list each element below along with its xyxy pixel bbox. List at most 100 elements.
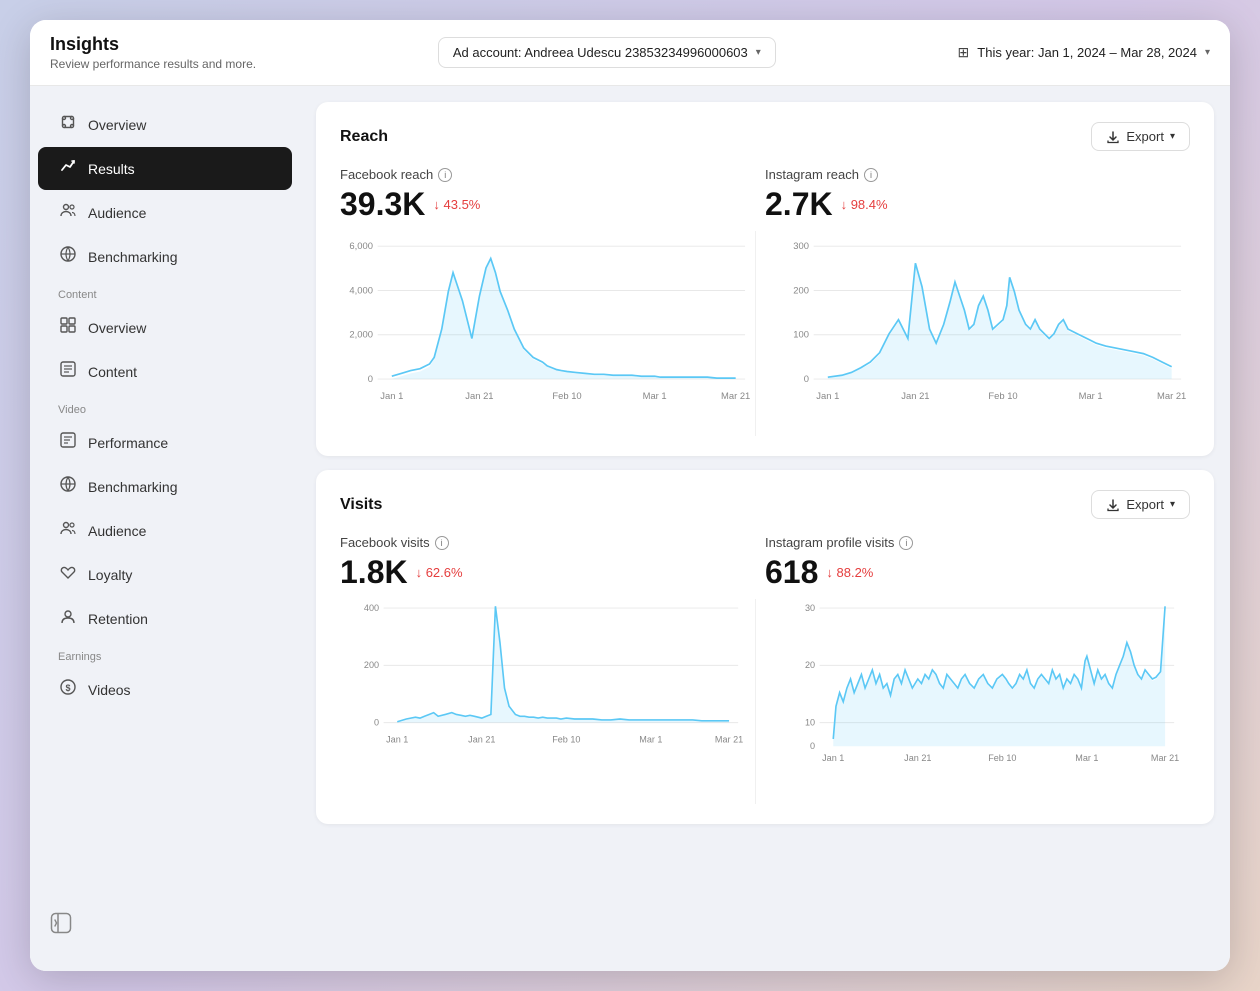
reach-card-header: Reach Export ▾	[340, 122, 1190, 151]
main-body: Overview Results	[30, 86, 1230, 971]
svg-text:100: 100	[793, 329, 809, 340]
visits-facebook-info-icon[interactable]: i	[435, 536, 449, 550]
svg-text:0: 0	[368, 373, 373, 384]
reach-facebook-chart: 6,000 4,000 2,000 0 Jan 1 Jan 21 Feb 10 …	[340, 231, 755, 436]
content-area: Reach Export ▾ Facebook reach	[300, 86, 1230, 971]
earnings-section-label: Earnings	[30, 641, 300, 667]
sidebar-collapse-icon	[50, 918, 72, 938]
sidebar-video-audience-label: Audience	[88, 523, 146, 539]
svg-text:Jan 21: Jan 21	[468, 735, 495, 745]
sidebar-item-retention[interactable]: Retention	[38, 597, 292, 640]
visits-export-button[interactable]: Export ▾	[1091, 490, 1190, 519]
svg-text:Feb 10: Feb 10	[988, 390, 1017, 401]
sidebar-overview-label: Overview	[88, 117, 146, 133]
sidebar-item-overview[interactable]: Overview	[38, 103, 292, 146]
sidebar-item-content-overview[interactable]: Overview	[38, 306, 292, 349]
visits-export-chevron: ▾	[1170, 499, 1175, 510]
audience-icon	[58, 201, 78, 224]
calendar-icon: ⊞	[958, 44, 970, 61]
content-overview-icon	[58, 316, 78, 339]
app-container: Insights Review performance results and …	[30, 20, 1230, 971]
svg-text:$: $	[66, 683, 71, 693]
svg-text:Mar 21: Mar 21	[715, 735, 743, 745]
svg-text:0: 0	[803, 373, 808, 384]
sidebar-results-label: Results	[88, 161, 135, 177]
sidebar-item-audience[interactable]: Audience	[38, 191, 292, 234]
sidebar-item-videos[interactable]: $ Videos	[38, 668, 292, 711]
date-range-selector[interactable]: ⊞ This year: Jan 1, 2024 – Mar 28, 2024 …	[958, 44, 1210, 61]
ad-account-selector[interactable]: Ad account: Andreea Udescu 2385323499600…	[438, 37, 776, 68]
reach-charts-row: 6,000 4,000 2,000 0 Jan 1 Jan 21 Feb 10 …	[340, 231, 1190, 436]
reach-instagram-value: 2.7K ↓ 98.4%	[765, 186, 1170, 223]
sidebar-bottom[interactable]	[30, 712, 300, 955]
visits-facebook-metric: Facebook visits i 1.8K ↓ 62.6%	[340, 535, 765, 591]
svg-text:10: 10	[804, 717, 814, 727]
sidebar-item-content[interactable]: Content	[38, 350, 292, 393]
svg-text:Mar 1: Mar 1	[643, 390, 667, 401]
video-audience-icon	[58, 519, 78, 542]
sidebar-content-overview-label: Overview	[88, 320, 146, 336]
visits-instagram-metric: Instagram profile visits i 618 ↓ 88.2%	[765, 535, 1190, 591]
svg-text:0: 0	[374, 717, 379, 727]
svg-text:300: 300	[793, 240, 809, 251]
visits-facebook-label: Facebook visits i	[340, 535, 745, 550]
sidebar-item-loyalty[interactable]: Loyalty	[38, 553, 292, 596]
reach-instagram-change: ↓ 98.4%	[841, 197, 888, 212]
video-performance-icon	[58, 431, 78, 454]
svg-text:Mar 1: Mar 1	[1075, 753, 1098, 763]
reach-facebook-metric: Facebook reach i 39.3K ↓ 43.5%	[340, 167, 765, 223]
sidebar-audience-label: Audience	[88, 205, 146, 221]
app-subtitle: Review performance results and more.	[50, 57, 256, 71]
reach-facebook-change: ↓ 43.5%	[433, 197, 480, 212]
svg-text:Jan 1: Jan 1	[380, 390, 403, 401]
sidebar-retention-label: Retention	[88, 611, 148, 627]
sidebar-benchmarking-label: Benchmarking	[88, 249, 178, 265]
svg-text:Feb 10: Feb 10	[552, 390, 581, 401]
visits-instagram-chart: 30 20 10 0 Jan 1 Jan 21 Feb 10 Mar 1 Mar…	[755, 599, 1191, 804]
sidebar-item-video-benchmarking[interactable]: Benchmarking	[38, 465, 292, 508]
svg-text:Jan 21: Jan 21	[465, 390, 493, 401]
sidebar: Overview Results	[30, 86, 300, 971]
svg-text:Mar 21: Mar 21	[1157, 390, 1186, 401]
reach-facebook-info-icon[interactable]: i	[438, 168, 452, 182]
svg-text:400: 400	[364, 603, 379, 613]
video-benchmarking-icon	[58, 475, 78, 498]
svg-text:Feb 10: Feb 10	[988, 753, 1016, 763]
sidebar-item-results[interactable]: Results	[38, 147, 292, 190]
content-icon	[58, 360, 78, 383]
sidebar-item-video-audience[interactable]: Audience	[38, 509, 292, 552]
visits-card-title: Visits	[340, 496, 382, 514]
visits-instagram-change: ↓ 88.2%	[826, 565, 873, 580]
sidebar-item-benchmarking[interactable]: Benchmarking	[38, 235, 292, 278]
retention-icon	[58, 607, 78, 630]
visits-export-label: Export	[1126, 497, 1164, 512]
sidebar-item-video-performance[interactable]: Performance	[38, 421, 292, 464]
svg-text:30: 30	[804, 603, 814, 613]
app-title: Insights	[50, 34, 256, 55]
reach-export-chevron: ▾	[1170, 131, 1175, 142]
reach-facebook-value: 39.3K ↓ 43.5%	[340, 186, 745, 223]
reach-instagram-label: Instagram reach i	[765, 167, 1170, 182]
svg-text:0: 0	[810, 741, 815, 751]
visits-metrics-row: Facebook visits i 1.8K ↓ 62.6% Instagram…	[340, 535, 1190, 591]
svg-text:Jan 21: Jan 21	[901, 390, 929, 401]
svg-text:Mar 21: Mar 21	[1150, 753, 1178, 763]
svg-text:Jan 21: Jan 21	[904, 753, 931, 763]
visits-instagram-info-icon[interactable]: i	[899, 536, 913, 550]
visits-card: Visits Export ▾ Facebook visits	[316, 470, 1214, 824]
reach-instagram-info-icon[interactable]: i	[864, 168, 878, 182]
svg-text:Jan 1: Jan 1	[822, 753, 844, 763]
svg-text:2,000: 2,000	[349, 329, 373, 340]
content-section-label: Content	[30, 279, 300, 305]
svg-text:200: 200	[364, 660, 379, 670]
svg-text:200: 200	[793, 284, 809, 295]
date-range-chevron: ▾	[1205, 47, 1210, 58]
reach-facebook-label: Facebook reach i	[340, 167, 745, 182]
svg-text:Jan 1: Jan 1	[816, 390, 839, 401]
reach-export-button[interactable]: Export ▾	[1091, 122, 1190, 151]
visits-instagram-value: 618 ↓ 88.2%	[765, 554, 1170, 591]
benchmarking-icon	[58, 245, 78, 268]
svg-text:Feb 10: Feb 10	[552, 735, 580, 745]
reach-card: Reach Export ▾ Facebook reach	[316, 102, 1214, 456]
visits-charts-row: 400 200 0 Jan 1 Jan 21 Feb 10 Mar 1 Mar …	[340, 599, 1190, 804]
